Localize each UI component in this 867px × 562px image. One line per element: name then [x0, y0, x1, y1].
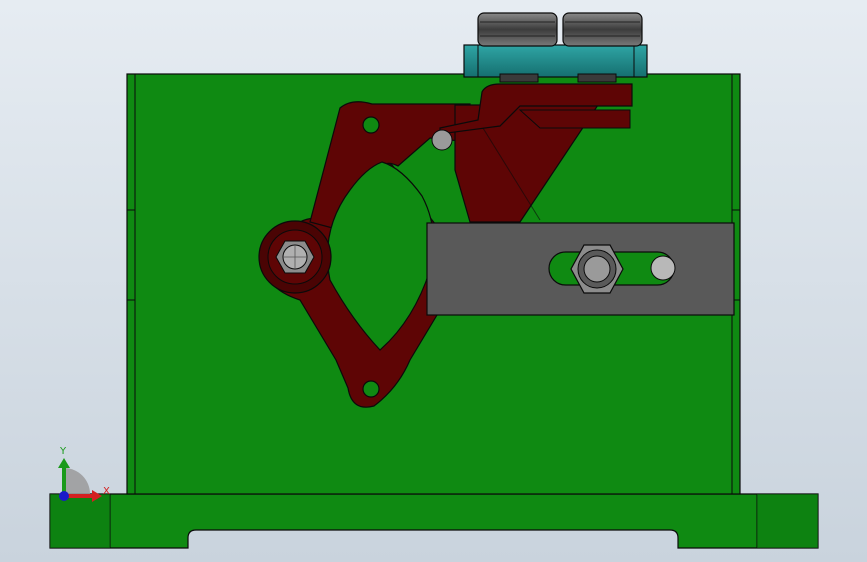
y-axis-label: Y: [59, 446, 67, 457]
cap-screw-left[interactable]: [477, 12, 558, 47]
pivot-hex-bolt[interactable]: [258, 220, 332, 294]
base-plate[interactable]: [49, 493, 819, 549]
cad-model-view[interactable]: Y X: [0, 0, 867, 562]
clamp-block[interactable]: [463, 44, 648, 83]
y-axis-arrowhead: [58, 458, 70, 468]
cad-viewport[interactable]: Y X: [0, 0, 867, 562]
z-axis-dot: [59, 491, 69, 501]
coordinate-triad: Y X: [58, 446, 110, 502]
cap-screw-right[interactable]: [562, 12, 643, 47]
x-axis-label: X: [103, 486, 110, 497]
